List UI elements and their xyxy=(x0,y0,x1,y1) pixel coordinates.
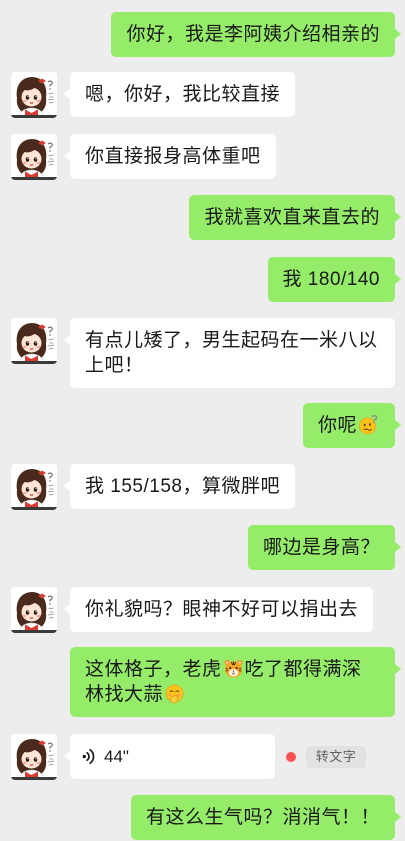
message-text: 这体格子，老虎 xyxy=(85,659,222,680)
transcribe-to-text-button[interactable]: 转文字 xyxy=(306,746,366,768)
outgoing-message-bubble[interactable]: 你呢 xyxy=(302,403,402,448)
incoming-message-bubble[interactable]: 我 155/158，算微胖吧 xyxy=(64,464,295,509)
incoming-message-bubble[interactable]: 有点儿矮了，男生起码在一米八以上吧！ xyxy=(64,318,395,388)
face-with-hand-over-mouth-emoji-icon xyxy=(165,684,184,704)
incoming-message-bubble[interactable]: 嗯，你好，我比较直接 xyxy=(63,72,296,117)
cartoon-girl-avatar-icon xyxy=(11,734,57,780)
message-text: 我 180/140 xyxy=(282,269,380,290)
outgoing-message-bubble[interactable]: 哪边是身高？ xyxy=(247,525,402,570)
message-text: 有点儿矮了，男生起码在一米八以上吧！ xyxy=(85,330,378,376)
voice-duration: 44" xyxy=(104,747,129,766)
cartoon-girl-avatar-icon xyxy=(11,587,57,633)
message-text: 我就喜欢直来直去的 xyxy=(204,207,380,228)
message-text: 你直接报身高体重吧 xyxy=(85,146,261,167)
contact-avatar[interactable] xyxy=(11,734,57,780)
outgoing-message-bubble[interactable]: 这体格子，老虎 吃了都得满深林找大蒜 xyxy=(70,647,401,717)
message-text: 你礼貌吗？眼神不好可以捐出去 xyxy=(85,599,359,620)
incoming-message-bubble[interactable]: 你直接报身高体重吧 xyxy=(64,134,276,179)
tiger-face-emoji-icon xyxy=(223,659,243,678)
message-text: 我 155/158，算微胖吧 xyxy=(85,476,280,497)
contact-avatar[interactable] xyxy=(11,587,57,633)
message-text: 你好，我是李阿姨介绍相亲的 xyxy=(126,24,380,45)
outgoing-message-bubble[interactable]: 我 180/140 xyxy=(267,257,402,302)
contact-avatar[interactable] xyxy=(11,318,57,364)
contact-avatar[interactable] xyxy=(11,464,57,510)
cartoon-girl-avatar-icon xyxy=(11,72,57,118)
message-text: 嗯，你好，我比较直接 xyxy=(85,84,281,105)
outgoing-message-bubble[interactable]: 你好，我是李阿姨介绍相亲的 xyxy=(111,12,401,57)
confused-face-emoji-icon xyxy=(359,415,378,435)
contact-avatar[interactable] xyxy=(11,72,57,118)
message-text: 哪边是身高？ xyxy=(262,537,380,558)
message-text: 有这么生气吗？消消气！！ xyxy=(145,807,380,828)
voice-message-bubble[interactable]: 44" xyxy=(64,734,275,779)
voice-wave-icon xyxy=(82,748,95,765)
outgoing-message-bubble[interactable]: 有这么生气吗？消消气！！ xyxy=(130,795,402,840)
contact-avatar[interactable] xyxy=(11,134,57,180)
chat-area[interactable]: 你好，我是李阿姨介绍相亲的 嗯，你好，我比较直接 你直接报身高体重吧 我就喜欢直… xyxy=(0,0,405,841)
cartoon-girl-avatar-icon xyxy=(11,464,57,510)
unread-dot xyxy=(286,752,296,762)
cartoon-girl-avatar-icon xyxy=(11,134,57,180)
message-text: 你呢 xyxy=(317,415,357,436)
incoming-message-bubble[interactable]: 你礼貌吗？眼神不好可以捐出去 xyxy=(63,587,374,632)
cartoon-girl-avatar-icon xyxy=(11,318,57,364)
outgoing-message-bubble[interactable]: 我就喜欢直来直去的 xyxy=(189,195,401,240)
